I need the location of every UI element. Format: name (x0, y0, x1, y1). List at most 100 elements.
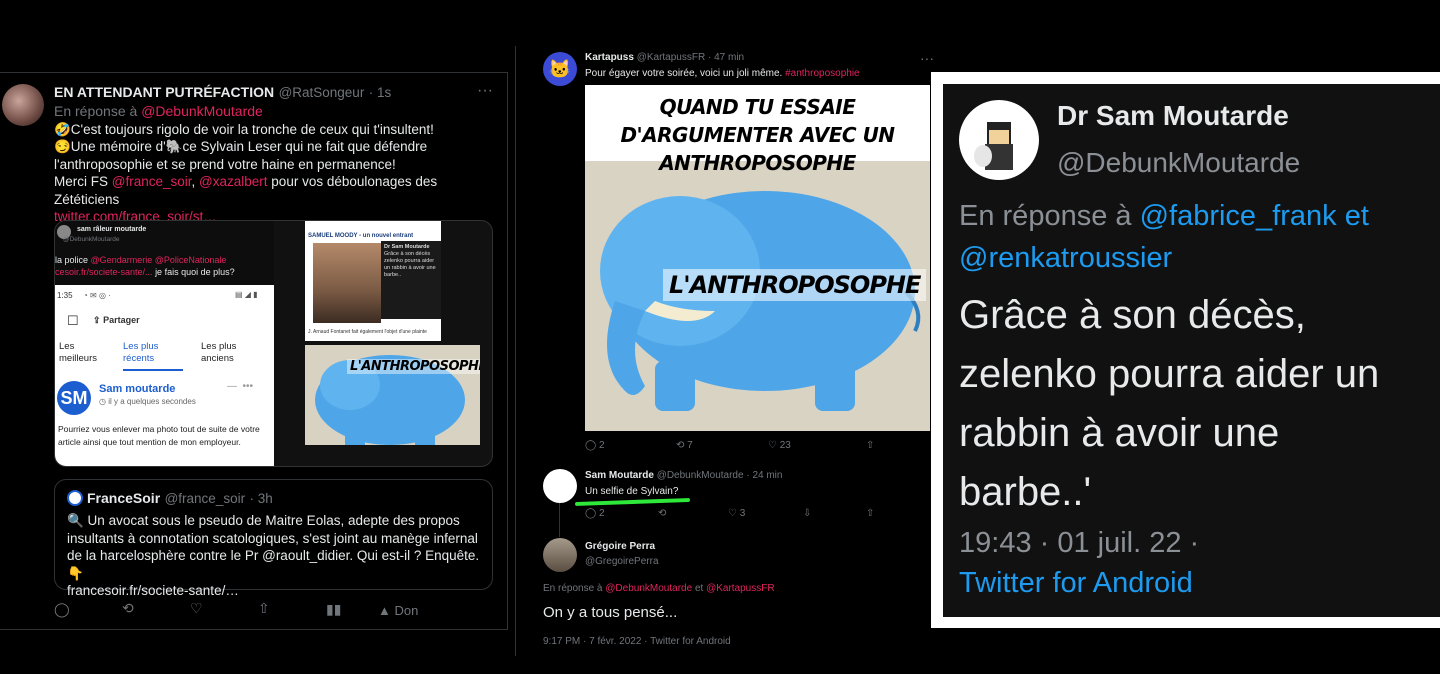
reply-mention: @renkatroussier (959, 242, 1173, 274)
avatar: SM (57, 381, 91, 415)
reply-prefix: En réponse à (959, 200, 1132, 232)
media-image-2[interactable]: SAMUEL MOODY - un nouvel entrant Dr Sam … (305, 221, 441, 341)
mini-tweet-name: Dr Sam Moutarde (384, 244, 430, 250)
hashtag-link[interactable]: #anthroposophie (785, 68, 860, 79)
author-name[interactable]: EN ATTENDANT PUTRÉFACTION (54, 84, 274, 100)
media-handle: @DebunkMoutarde (63, 236, 120, 243)
author-handle: @DebunkMoutarde (1057, 147, 1301, 178)
avatar[interactable]: 🐱 (543, 52, 577, 86)
more-icon[interactable]: ··· (920, 50, 934, 66)
media-mention: @Gendarmerie (90, 255, 153, 265)
tweet-body: Pour égayer votre soirée, voici un joli … (585, 68, 860, 79)
media-image-1[interactable]: sam râleur moutarde @DebunkMoutarde la p… (55, 221, 274, 466)
reply-mention[interactable]: @DebunkMoutarde (605, 583, 692, 594)
media-text-part: la police (55, 255, 89, 265)
author-name[interactable]: Grégoire Perra (585, 541, 655, 552)
tweet-line: 🤣C'est toujours rigolo de voir la tronch… (54, 121, 434, 137)
phone-time: 1:35 (57, 291, 73, 300)
tweet-time[interactable]: · 24 min (746, 470, 782, 481)
meme-label: L'ANTHROPOSOPHE (663, 269, 927, 301)
avatar[interactable] (543, 469, 577, 503)
tweet-line: l'anthroposophie et se prend votre haine… (54, 156, 396, 172)
meme-label: L'ANTHROPOSOPHE (347, 359, 480, 374)
like-count: 23 (779, 440, 791, 451)
tweet-text: Pour égayer votre soirée, voici un joli … (585, 68, 783, 79)
reply-prefix: En réponse à (543, 583, 603, 594)
avatar-figure (974, 122, 1013, 170)
reply-icon[interactable]: ◯ (54, 601, 70, 618)
like-icon[interactable]: ♡ (190, 600, 203, 617)
comment-text: Pourriez vous enlever ma photo tout de s… (58, 424, 260, 447)
tab-label: anciens (201, 353, 234, 364)
tweet-header: Kartapuss @KartapussFR · 47 min (585, 52, 744, 63)
more-icon[interactable]: ··· (477, 82, 493, 100)
meme-image[interactable]: QUAND TU ESSAIE D'ARGUMENTER AVEC UN ANT… (585, 85, 930, 431)
share-icon[interactable]: ⇧ (866, 440, 874, 451)
meme-caption: QUAND TU ESSAIE D'ARGUMENTER AVEC UN ANT… (585, 85, 930, 175)
reply-icon: ◯ (585, 440, 597, 451)
article-header: SAMUEL MOODY - un nouvel entrant (308, 233, 414, 239)
retweet-count: 7 (687, 440, 693, 451)
avatar[interactable] (543, 538, 577, 572)
quote-tweet[interactable]: FranceSoir @france_soir · 3h 🔍 Un avocat… (54, 479, 493, 598)
like-action[interactable]: ♡ 23 (768, 440, 791, 451)
tweet-line: Merci FS @france_soir, @xazalbert pour v… (54, 173, 494, 208)
media-author: sam râleur moutarde (77, 226, 147, 233)
reply-and: et (694, 583, 704, 594)
reply-action[interactable]: ◯ 2 (585, 508, 605, 519)
download-icon[interactable]: ⇩ (803, 508, 811, 519)
media-text: cesoir.fr/societe-sante/... je fais quoi… (55, 267, 235, 277)
tweet-header: EN ATTENDANT PUTRÉFACTION @RatSongeur · … (54, 84, 494, 102)
author-name[interactable]: Kartapuss (585, 52, 634, 63)
bookmark-icon: ☐ (67, 313, 79, 328)
mention-link[interactable]: @xazalbert (199, 174, 267, 189)
phone-signal-icons: ▤ ◢ ▮ (235, 290, 258, 299)
analytics-icon[interactable]: ▮▮ (326, 601, 341, 618)
retweet-icon: ⟲ (676, 440, 685, 451)
author-name[interactable]: Sam Moutarde (585, 470, 654, 481)
mention-link[interactable]: @france_soir (112, 174, 192, 189)
tweet-time[interactable]: · 1s (369, 85, 392, 100)
quote-time: · 3h (249, 491, 273, 506)
donate-label: Don (394, 603, 419, 618)
reply-action[interactable]: ◯ 2 (585, 440, 605, 451)
comment-author: Sam moutarde (99, 383, 176, 395)
media-image-3[interactable]: L'ANTHROPOSOPHE (305, 345, 480, 445)
comment-menu: — ••• (227, 381, 254, 392)
quote-body: 🔍 Un avocat sous le pseudo de Maitre Eol… (67, 512, 487, 600)
media-mention: @PoliceNationale (154, 255, 227, 265)
portrait-photo (313, 243, 381, 323)
avatar[interactable] (2, 84, 44, 126)
tweet-text: 😏Une mémoire d' (54, 139, 166, 154)
tweet-body: En réponse à @DebunkMoutarde 🤣C'est touj… (54, 103, 494, 226)
reply-mention: @fabrice_frank et (1139, 200, 1369, 232)
author-handle[interactable]: @GregoirePerra (585, 556, 659, 567)
retweet-icon[interactable]: ⟲ (122, 600, 134, 617)
share-icon[interactable]: ⇧ (258, 600, 270, 617)
retweet-icon[interactable]: ⟲ (658, 508, 666, 519)
tweet-time[interactable]: · 47 min (708, 52, 744, 63)
tweet-line: rabbin à avoir une (959, 411, 1280, 455)
reply-context: En réponse à @fabrice_frank et (959, 200, 1369, 233)
mini-tweet-text: Grâce à son décès zelenko pourra aider u… (384, 251, 436, 278)
tab-label: Les plus (123, 341, 159, 352)
like-action[interactable]: ♡ 3 (728, 508, 745, 519)
reply-context: En réponse à @DebunkMoutarde et @Kartapu… (543, 583, 775, 594)
reply-mention[interactable]: @DebunkMoutarde (141, 103, 263, 119)
tweet-line: Grâce à son décès, (959, 293, 1306, 337)
author-handle[interactable]: @KartapussFR (637, 52, 706, 63)
quote-link[interactable]: francesoir.fr/societe-sante/… (67, 582, 487, 600)
share-icon: ⇪ (93, 315, 101, 325)
phone-screenshot: 1:35 ◔ ✉ ◎ · ▤ ◢ ▮ ☐ ⇪ Partager Les meill… (55, 285, 274, 466)
tab-label: Les (59, 341, 75, 352)
tweet-media[interactable]: sam râleur moutarde @DebunkMoutarde la p… (54, 220, 493, 467)
reply-mention[interactable]: @KartapussFR (706, 583, 775, 594)
retweet-action[interactable]: ⟲ 7 (676, 440, 693, 451)
donate-button[interactable]: ▲ Don (378, 603, 418, 618)
author-handle[interactable]: @DebunkMoutarde (657, 470, 744, 481)
divider (515, 46, 516, 656)
author-name: Dr Sam Moutarde (1057, 100, 1289, 131)
reply-prefix: En réponse à (54, 103, 138, 119)
author-handle[interactable]: @RatSongeur (279, 85, 365, 100)
share-icon[interactable]: ⇧ (866, 508, 874, 519)
